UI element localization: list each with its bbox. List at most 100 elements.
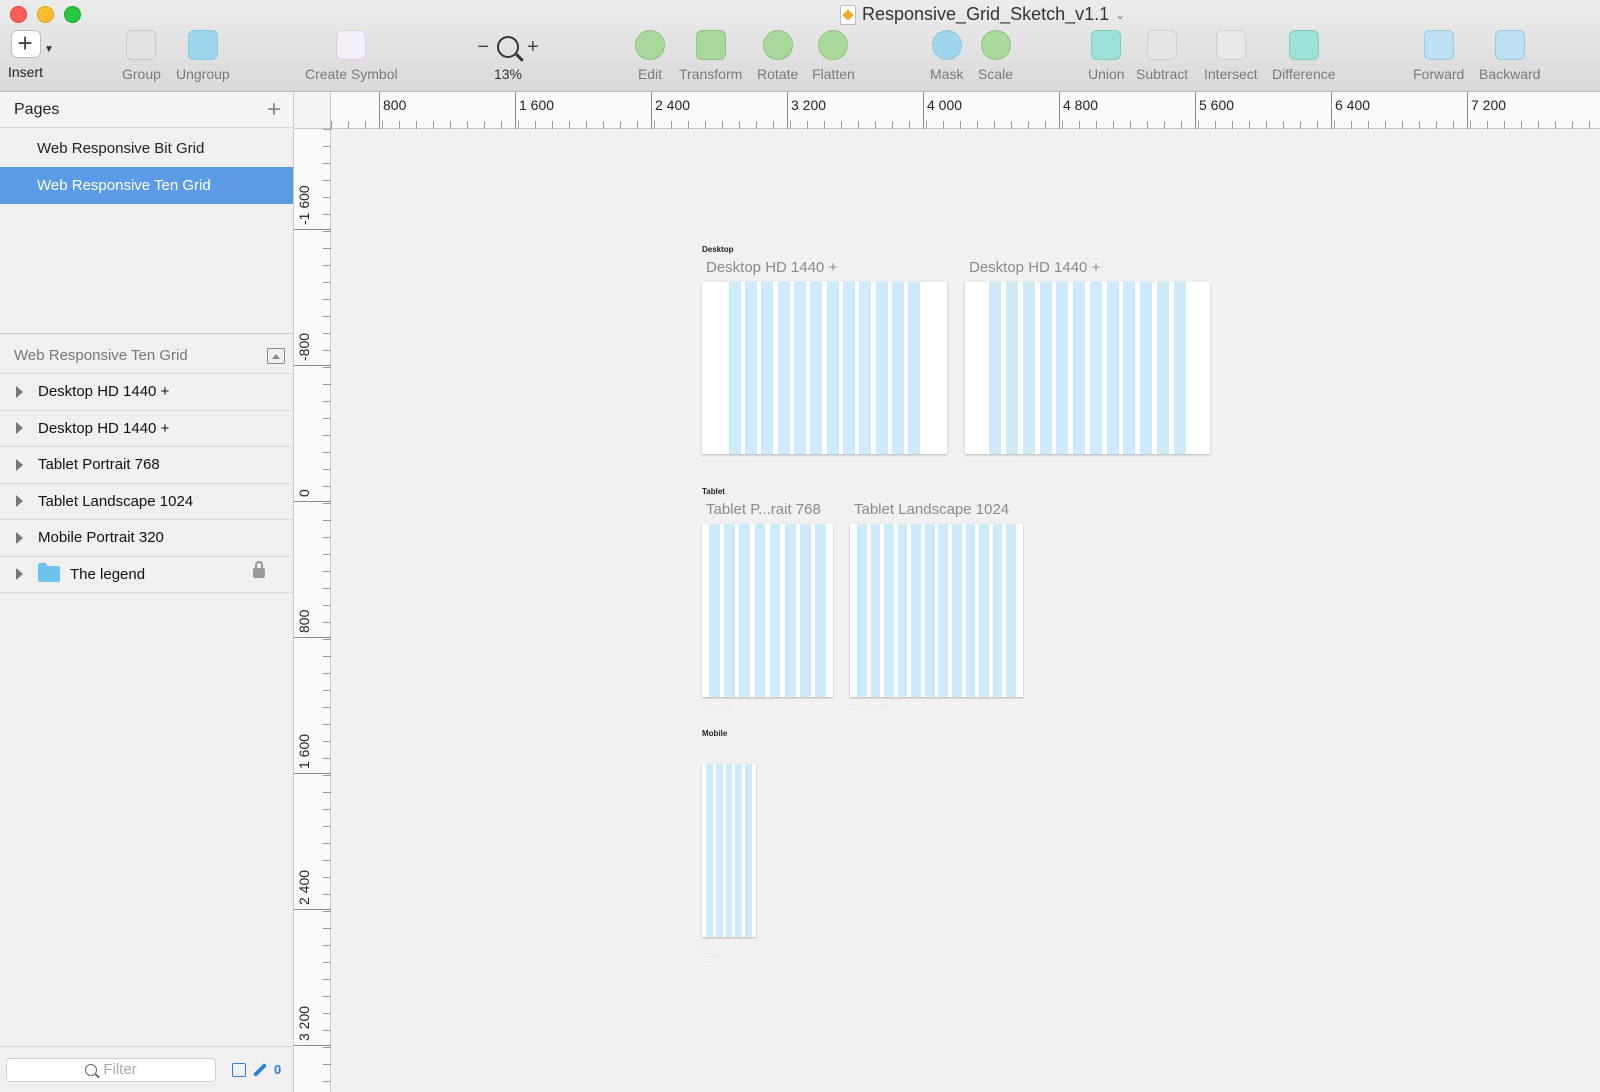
- scale-button[interactable]: Scale: [978, 30, 1013, 82]
- intersect-button[interactable]: Intersect: [1204, 30, 1258, 82]
- horizontal-ruler[interactable]: 800 1 600 2 400 3 200 4 000 4 800 5 600 …: [331, 92, 1600, 129]
- ungroup-label: Ungroup: [176, 66, 230, 82]
- disclosure-triangle-icon[interactable]: [16, 422, 23, 435]
- page-item-bit-grid[interactable]: Web Responsive Bit Grid: [0, 130, 293, 167]
- ruler-label: 2 400: [296, 869, 312, 905]
- filter-input[interactable]: Filter: [6, 1057, 216, 1082]
- ungroup-button[interactable]: Ungroup: [176, 30, 230, 82]
- grid-column: [715, 764, 723, 937]
- close-window-button[interactable]: [10, 6, 27, 23]
- grid-column: [884, 524, 894, 697]
- grid-column: [799, 524, 811, 697]
- group-title-mobile: Mobile: [702, 729, 728, 738]
- lock-icon[interactable]: [253, 560, 265, 578]
- layer-row[interactable]: Desktop HD 1440 +: [0, 411, 293, 447]
- zoom-out-button[interactable]: −: [477, 36, 489, 59]
- document-title[interactable]: Responsive_Grid_Sketch_v1.1 ⌄: [840, 4, 1125, 25]
- artboard-mobile-portrait[interactable]: [702, 764, 756, 937]
- flatten-button[interactable]: Flatten: [812, 30, 855, 82]
- grid-column: [1073, 282, 1086, 454]
- transform-button[interactable]: Transform: [679, 30, 742, 82]
- layer-row-legend[interactable]: The legend: [0, 557, 293, 593]
- ruler-label: 1 600: [296, 733, 312, 769]
- styles-filter-icon[interactable]: [252, 1062, 268, 1077]
- grid-column: [728, 282, 741, 454]
- artboard-caption: · · · · · · · · · · · · · ·: [851, 702, 885, 707]
- edit-button[interactable]: Edit: [635, 30, 665, 82]
- disclosure-triangle-icon[interactable]: [16, 568, 23, 581]
- zoom-in-button[interactable]: +: [527, 36, 539, 59]
- artboard-tablet-landscape[interactable]: [850, 524, 1023, 697]
- union-icon: [1091, 30, 1122, 60]
- grid-column: [1140, 282, 1153, 454]
- union-button[interactable]: Union: [1088, 30, 1125, 82]
- artboard-name-desktop-1[interactable]: Desktop HD 1440 +: [706, 259, 837, 276]
- difference-label: Difference: [1272, 66, 1336, 82]
- difference-button[interactable]: Difference: [1272, 30, 1336, 82]
- mask-button[interactable]: Mask: [930, 30, 963, 82]
- layer-row[interactable]: Mobile Portrait 320: [0, 520, 293, 557]
- forward-label: Forward: [1413, 66, 1465, 82]
- artboard-desktop-1[interactable]: [702, 282, 947, 454]
- scale-icon: [980, 30, 1011, 60]
- maximize-window-button[interactable]: [64, 6, 81, 23]
- layer-label: The legend: [70, 565, 146, 583]
- layer-label: Desktop HD 1440 +: [38, 383, 170, 401]
- document-title-text: Responsive_Grid_Sketch_v1.1: [862, 4, 1110, 24]
- sidebar: Pages + Web Responsive Bit Grid Web Resp…: [0, 92, 294, 1092]
- canvas[interactable]: Desktop Desktop HD 1440 + Desktop HD 144…: [331, 129, 1600, 1092]
- ruler-label: 0: [296, 489, 312, 497]
- artboard-name-desktop-2[interactable]: Desktop HD 1440 +: [969, 259, 1100, 276]
- backward-button[interactable]: Backward: [1479, 30, 1540, 82]
- rotate-button[interactable]: Rotate: [757, 30, 798, 82]
- disclosure-triangle-icon[interactable]: [16, 458, 23, 471]
- create-symbol-button[interactable]: Create Symbol: [305, 30, 398, 82]
- grid-column: [870, 524, 881, 697]
- symbols-filter-icon[interactable]: [232, 1062, 246, 1077]
- disclosure-triangle-icon[interactable]: [16, 495, 23, 508]
- ruler-label: 3 200: [296, 1005, 312, 1041]
- disclosure-triangle-icon[interactable]: [16, 385, 23, 398]
- group-icon: [126, 30, 157, 60]
- chevron-down-icon: ⌄: [1115, 7, 1126, 22]
- grid-column: [908, 282, 921, 454]
- layer-row[interactable]: Desktop HD 1440 +: [0, 374, 293, 411]
- subtract-button[interactable]: Subtract: [1136, 30, 1188, 82]
- artboard-name-tablet-portrait[interactable]: Tablet P...rait 768: [706, 501, 821, 518]
- group-title-tablet: Tablet: [702, 487, 725, 496]
- pages-header: Pages +: [0, 92, 293, 128]
- add-page-button[interactable]: +: [267, 97, 281, 122]
- ruler-label: -1 600: [296, 185, 312, 225]
- layer-label: Desktop HD 1440 +: [38, 419, 170, 437]
- grid-column: [739, 524, 751, 697]
- group-button[interactable]: Group: [122, 30, 161, 82]
- edit-label: Edit: [637, 66, 663, 82]
- ruler-label: -800: [296, 332, 312, 361]
- layer-row[interactable]: Tablet Landscape 1024: [0, 484, 293, 520]
- page-item-ten-grid[interactable]: Web Responsive Ten Grid: [0, 167, 293, 204]
- pages-list: Web Responsive Bit Grid Web Responsive T…: [0, 128, 293, 334]
- layers-header: Web Responsive Ten Grid: [0, 338, 293, 374]
- grid-column: [1123, 282, 1136, 454]
- subtract-label: Subtract: [1136, 66, 1189, 82]
- backward-label: Backward: [1479, 66, 1541, 82]
- grid-column: [754, 524, 766, 697]
- vertical-ruler[interactable]: -1 600 -800 0 800 1 600 2 400 3 200: [294, 129, 331, 1092]
- collapse-layers-icon[interactable]: [267, 347, 285, 364]
- ruler-label: 4 800: [1063, 97, 1099, 113]
- artboard-desktop-2[interactable]: [965, 282, 1210, 454]
- disclosure-triangle-icon[interactable]: [16, 531, 23, 544]
- layer-row[interactable]: Tablet Portrait 768: [0, 447, 293, 484]
- magnifier-icon[interactable]: [497, 36, 519, 58]
- toolbar: Responsive_Grid_Sketch_v1.1 ⌄ ▼ Insert G…: [0, 0, 1600, 92]
- layer-label: Tablet Landscape 1024: [38, 492, 194, 510]
- zoom-level: 13%: [493, 66, 523, 82]
- artboard-name-tablet-landscape[interactable]: Tablet Landscape 1024: [854, 501, 1009, 518]
- plus-icon: [10, 28, 41, 59]
- grid-column: [769, 524, 781, 697]
- minimize-window-button[interactable]: [37, 6, 54, 23]
- forward-button[interactable]: Forward: [1413, 30, 1464, 82]
- grid-column: [761, 282, 774, 454]
- artboard-tablet-portrait[interactable]: [702, 524, 833, 697]
- insert-button[interactable]: ▼ Insert: [8, 28, 54, 80]
